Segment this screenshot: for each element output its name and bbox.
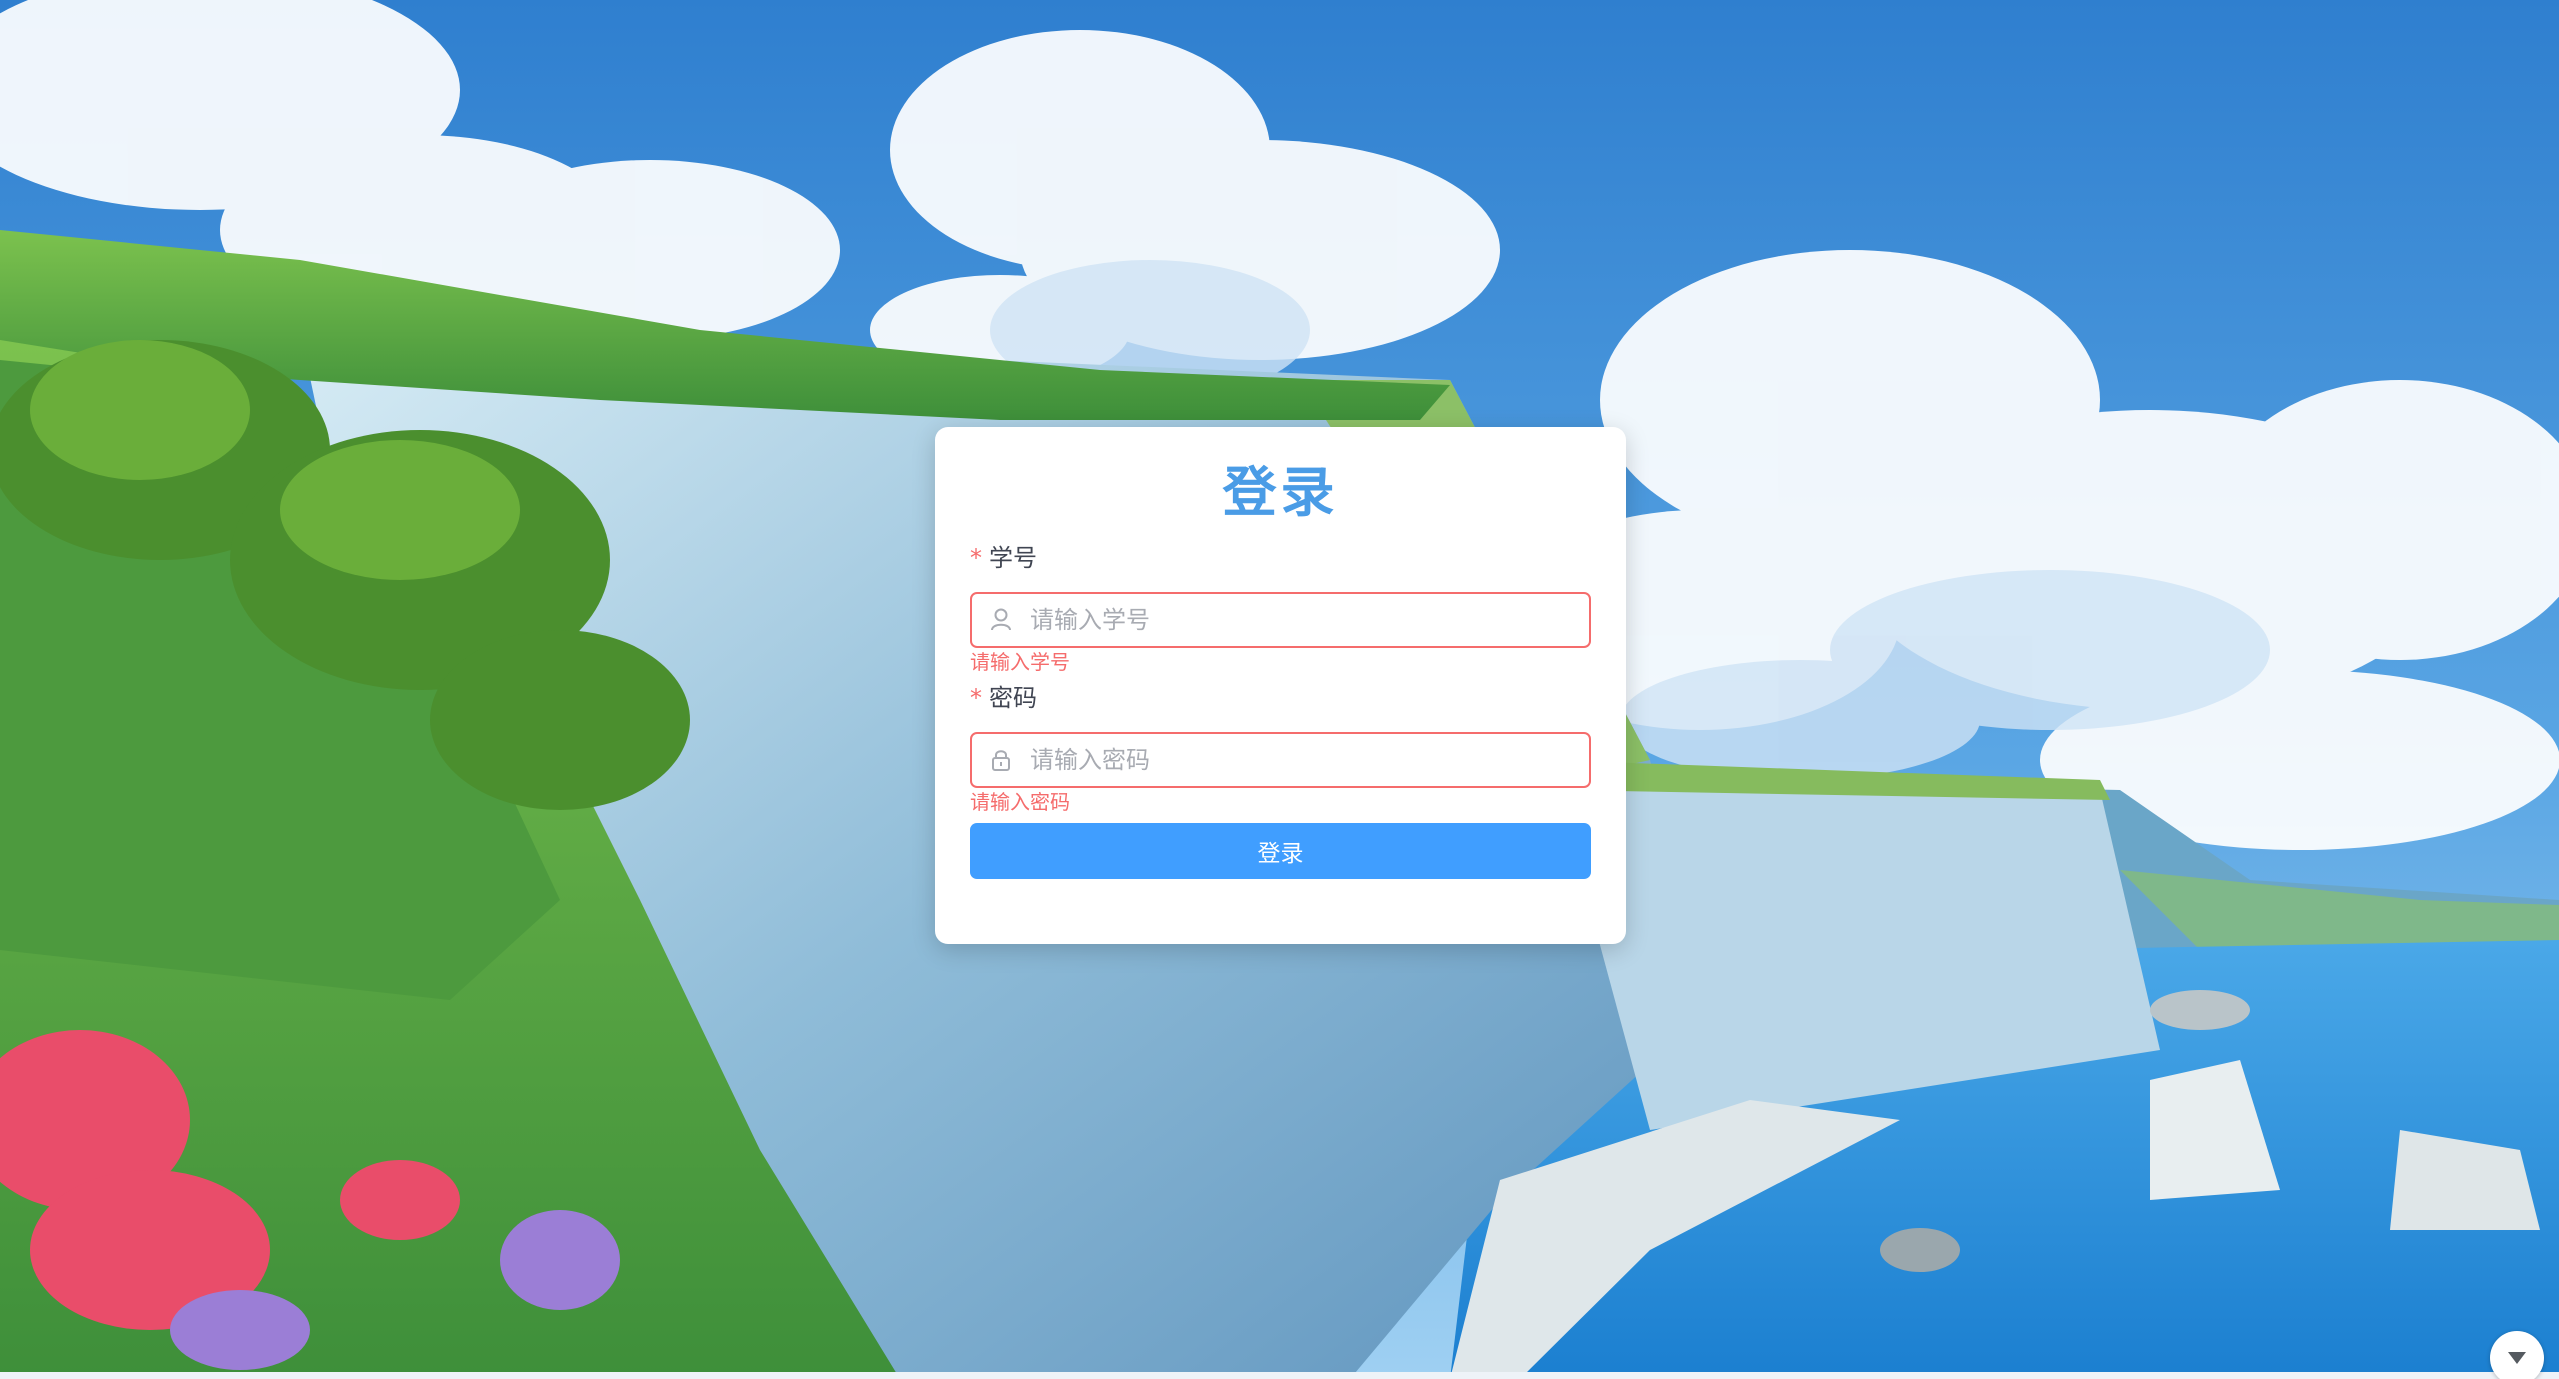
student-id-input-wrapper[interactable] — [970, 592, 1591, 648]
login-card: 登录 *学号 请输入学号 *密码 — [935, 427, 1626, 944]
password-input-wrapper[interactable] — [970, 732, 1591, 788]
bottom-scrollbar-track — [0, 1372, 2559, 1379]
password-error: 请输入密码 — [970, 790, 1070, 814]
scroll-down-button[interactable] — [2490, 1331, 2544, 1379]
login-button[interactable]: 登录 — [970, 823, 1591, 879]
login-title: 登录 — [1222, 460, 1339, 524]
required-mark: * — [970, 684, 982, 712]
student-id-input[interactable] — [1028, 599, 1589, 641]
student-id-label: * 学号 — [970, 543, 1591, 573]
password-label-text: 密码 — [989, 684, 1037, 712]
student-id-label-text: 学号 — [989, 544, 1037, 572]
user-icon — [988, 607, 1014, 633]
required-mark: * — [970, 544, 982, 572]
password-label: * 密码 — [970, 683, 1591, 713]
student-id-error: 请输入学号 — [970, 650, 1070, 674]
password-input[interactable] — [1028, 739, 1589, 781]
lock-icon — [988, 747, 1014, 773]
login-page: 登录 *学号 请输入学号 *密码 — [0, 0, 2559, 1379]
chevron-down-icon — [2508, 1352, 2526, 1364]
